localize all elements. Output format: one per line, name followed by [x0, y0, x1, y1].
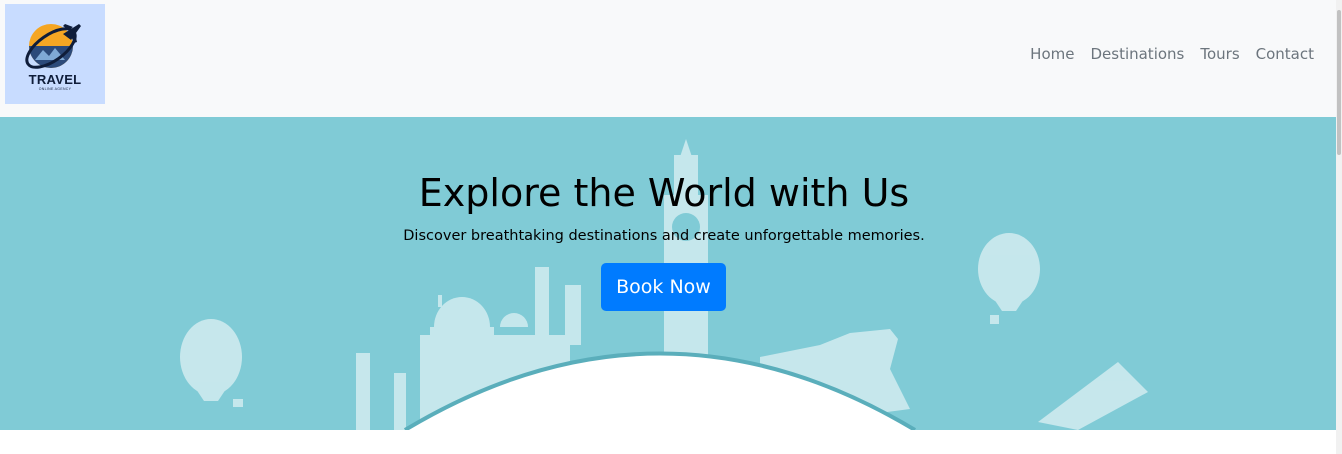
- page-scrollbar[interactable]: [1336, 0, 1342, 454]
- nav-link-home[interactable]: Home: [1030, 45, 1074, 63]
- nav-menu: Home Destinations Tours Contact: [1030, 45, 1314, 63]
- hero-title: Explore the World with Us: [418, 171, 910, 215]
- hero-banner: Explore the World with Us Discover breat…: [0, 117, 1336, 430]
- leaning-tower: [1038, 362, 1148, 430]
- nav-link-tours[interactable]: Tours: [1200, 45, 1239, 63]
- hot-air-balloon-left: [180, 319, 243, 407]
- nav-link-contact[interactable]: Contact: [1256, 45, 1314, 63]
- hero-subtitle: Discover breathtaking destinations and c…: [403, 228, 925, 244]
- scrollbar-thumb[interactable]: [1337, 10, 1341, 155]
- book-now-button[interactable]: Book Now: [601, 263, 726, 311]
- nav-link-destinations[interactable]: Destinations: [1090, 45, 1184, 63]
- hot-air-balloon-right: [978, 233, 1040, 324]
- logo-subtitle: ONLINE AGENCY: [38, 87, 72, 91]
- logo-title: TRAVEL: [28, 72, 82, 87]
- navbar: TRAVEL ONLINE AGENCY Home Destinations T…: [0, 0, 1336, 117]
- logo[interactable]: TRAVEL ONLINE AGENCY: [5, 4, 105, 104]
